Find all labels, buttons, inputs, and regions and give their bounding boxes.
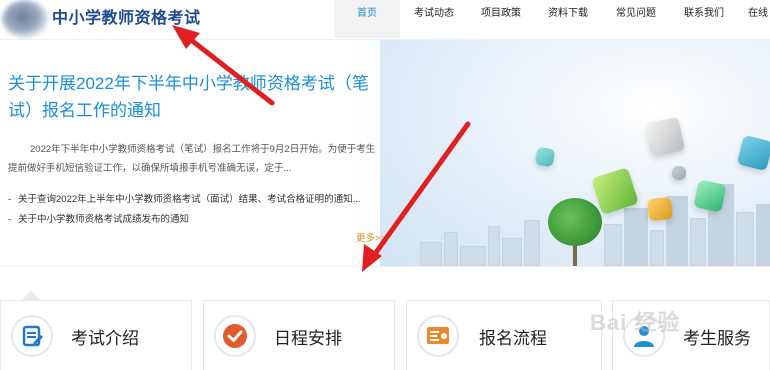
exam-intro-icon bbox=[11, 315, 53, 357]
cube-illustration bbox=[646, 196, 674, 222]
watermark: Bai 经验 bbox=[590, 310, 681, 335]
more-link[interactable]: 更多>> bbox=[356, 230, 386, 244]
news-headline[interactable]: 关于开展2022年下半年中小学教师资格考试（笔试）报名工作的通知 bbox=[8, 70, 378, 124]
nav-item-faq[interactable]: 常见问题 bbox=[602, 0, 670, 38]
list-item[interactable]: - 关于中小学教师资格考试成绩发布的通知 bbox=[8, 210, 378, 230]
cube-illustration bbox=[644, 116, 686, 158]
card-label: 日程安排 bbox=[274, 329, 342, 348]
nav-item-contact[interactable]: 联系我们 bbox=[670, 0, 738, 38]
nav-item-exam-news[interactable]: 考试动态 bbox=[400, 0, 468, 38]
hero-banner: 关于开展2022年下半年中小学教师资格考试（笔试）报名工作的通知 2022年下半… bbox=[0, 40, 770, 266]
nav-item-online[interactable]: 在线 bbox=[738, 0, 770, 38]
cube-illustration bbox=[693, 179, 727, 213]
card-schedule[interactable]: 日程安排 bbox=[203, 300, 395, 370]
registration-process-icon bbox=[417, 315, 459, 357]
nav-item-downloads[interactable]: 资料下载 bbox=[534, 0, 602, 38]
card-exam-intro[interactable]: 考试介绍 bbox=[0, 300, 192, 370]
section-pointer bbox=[22, 290, 40, 300]
nav-item-home[interactable]: 首页 bbox=[334, 0, 400, 38]
news-link-list: - 关于查询2022年上半年中小学教师资格考试（面试）结果、考试合格证明的通知..… bbox=[8, 190, 378, 230]
site-logo[interactable] bbox=[2, 0, 48, 38]
news-summary: 2022年下半年中小学教师资格考试（笔试）报名工作将于9月2日开始。为便于考生提… bbox=[8, 144, 376, 174]
tree-illustration bbox=[548, 198, 602, 246]
card-label: 考试介绍 bbox=[71, 329, 139, 348]
card-label: 报名流程 bbox=[479, 329, 547, 348]
site-header: 中小学教师资格考试 首页 考试动态 项目政策 资料下载 常见问题 联系我们 在线 bbox=[0, 0, 770, 40]
site-title[interactable]: 中小学教师资格考试 bbox=[52, 4, 201, 28]
nav-item-policy[interactable]: 项目政策 bbox=[468, 0, 534, 38]
card-label: 考生服务 bbox=[683, 329, 751, 348]
schedule-check-icon bbox=[214, 315, 256, 357]
card-registration[interactable]: 报名流程 bbox=[406, 300, 602, 370]
main-nav: 首页 考试动态 项目政策 资料下载 常见问题 联系我们 在线 bbox=[334, 0, 770, 38]
list-item[interactable]: - 关于查询2022年上半年中小学教师资格考试（面试）结果、考试合格证明的通知..… bbox=[8, 190, 378, 210]
